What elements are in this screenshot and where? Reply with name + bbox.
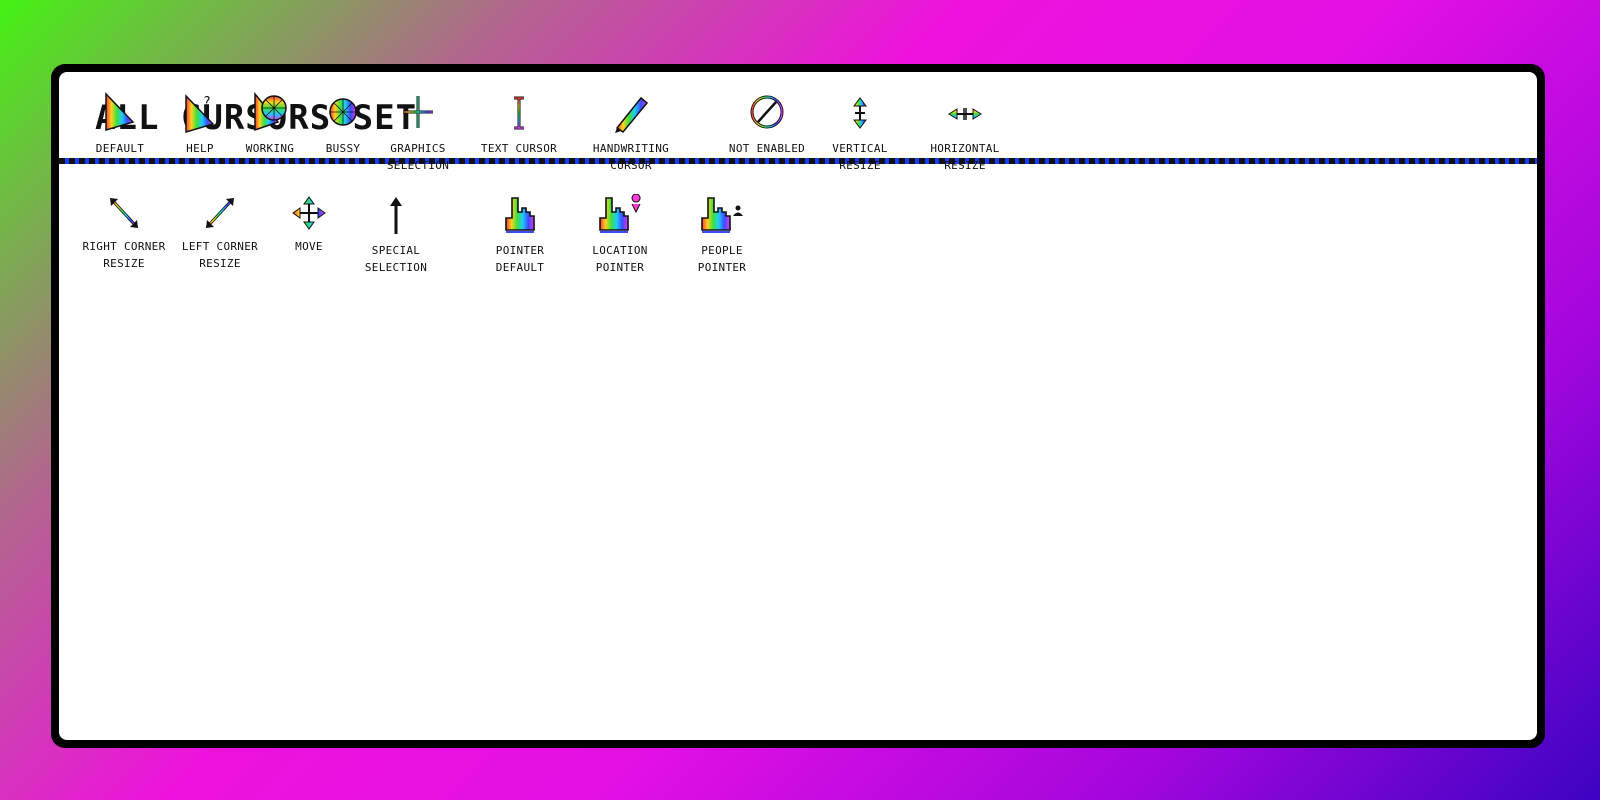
hand-location-icon [599,194,641,233]
diagonal-resize-left-icon [206,198,234,228]
busy-ball-icon [329,98,357,126]
help-arrow-icon: ? [185,94,215,134]
title-divider [59,158,1537,164]
cursor-graphics-selection[interactable]: GRAPHICS SELECTION [377,92,459,174]
cursor-label: VERTICAL RESIZE [832,142,888,172]
cursor-label: SPECIAL SELECTION [364,244,428,274]
cursor-label: NOT ENABLED [728,142,806,155]
cursor-special-selection[interactable]: SPECIAL SELECTION [351,194,441,276]
cursor-handwriting[interactable]: HANDWRITING CURSOR [583,92,679,174]
cursor-label: HELP [186,142,214,155]
cursor-vertical-resize[interactable]: VERTICAL RESIZE [819,92,901,174]
cursor-not-enabled[interactable]: NOT ENABLED [719,92,815,157]
cursor-label: POINTER DEFAULT [495,244,545,274]
cursor-label: DEFAULT [95,142,145,155]
cursor-busy[interactable]: BUSSY [311,92,375,157]
cursor-left-corner-resize[interactable]: LEFT CORNER RESIZE [175,194,265,272]
cursor-move[interactable]: MOVE [281,194,337,255]
cursor-default[interactable]: DEFAULT [79,92,161,157]
cursor-label: LOCATION POINTER [592,244,648,274]
cursor-label: PEOPLE POINTER [697,244,747,274]
diagonal-resize-right-icon [110,198,138,228]
pen-icon [615,96,649,133]
cursor-label: TEXT CURSOR [480,142,558,155]
vertical-resize-icon [853,97,867,129]
crosshair-icon [403,96,433,128]
default-arrow-icon [105,92,135,132]
cursor-text[interactable]: TEXT CURSOR [471,92,567,157]
text-beam-icon [514,96,524,130]
not-allowed-icon [750,95,784,129]
cursor-label: MOVE [295,240,323,253]
hand-people-icon [701,197,743,233]
cursor-label: BUSSY [325,142,361,155]
working-arrow-icon [254,92,287,132]
cursor-label: WORKING [245,142,295,155]
cursor-set-window: ALL CURSORS SET DEFAULT [51,64,1545,748]
cursor-pointer-default[interactable]: POINTER DEFAULT [477,194,563,276]
hand-pointer-icon [505,197,535,233]
cursor-label: GRAPHICS SELECTION [386,142,450,172]
cursor-label: HANDWRITING CURSOR [592,142,670,172]
cursor-people-pointer[interactable]: PEOPLE POINTER [679,194,765,276]
horizontal-resize-icon [948,108,982,120]
cursor-location-pointer[interactable]: LOCATION POINTER [577,194,663,276]
svg-text:?: ? [203,95,211,110]
cursor-help[interactable]: ? HELP [169,92,231,157]
window-content: ALL CURSORS SET DEFAULT [59,72,1537,740]
move-arrows-icon [292,196,326,230]
cursor-right-corner-resize[interactable]: RIGHT CORNER RESIZE [79,194,169,272]
up-arrow-icon [390,197,402,234]
cursor-label: RIGHT CORNER RESIZE [82,240,166,270]
cursor-working[interactable]: WORKING [237,92,303,157]
cursor-horizontal-resize[interactable]: HORIZONTAL RESIZE [917,92,1013,174]
cursor-label: LEFT CORNER RESIZE [181,240,259,270]
cursor-label: HORIZONTAL RESIZE [930,142,1000,172]
